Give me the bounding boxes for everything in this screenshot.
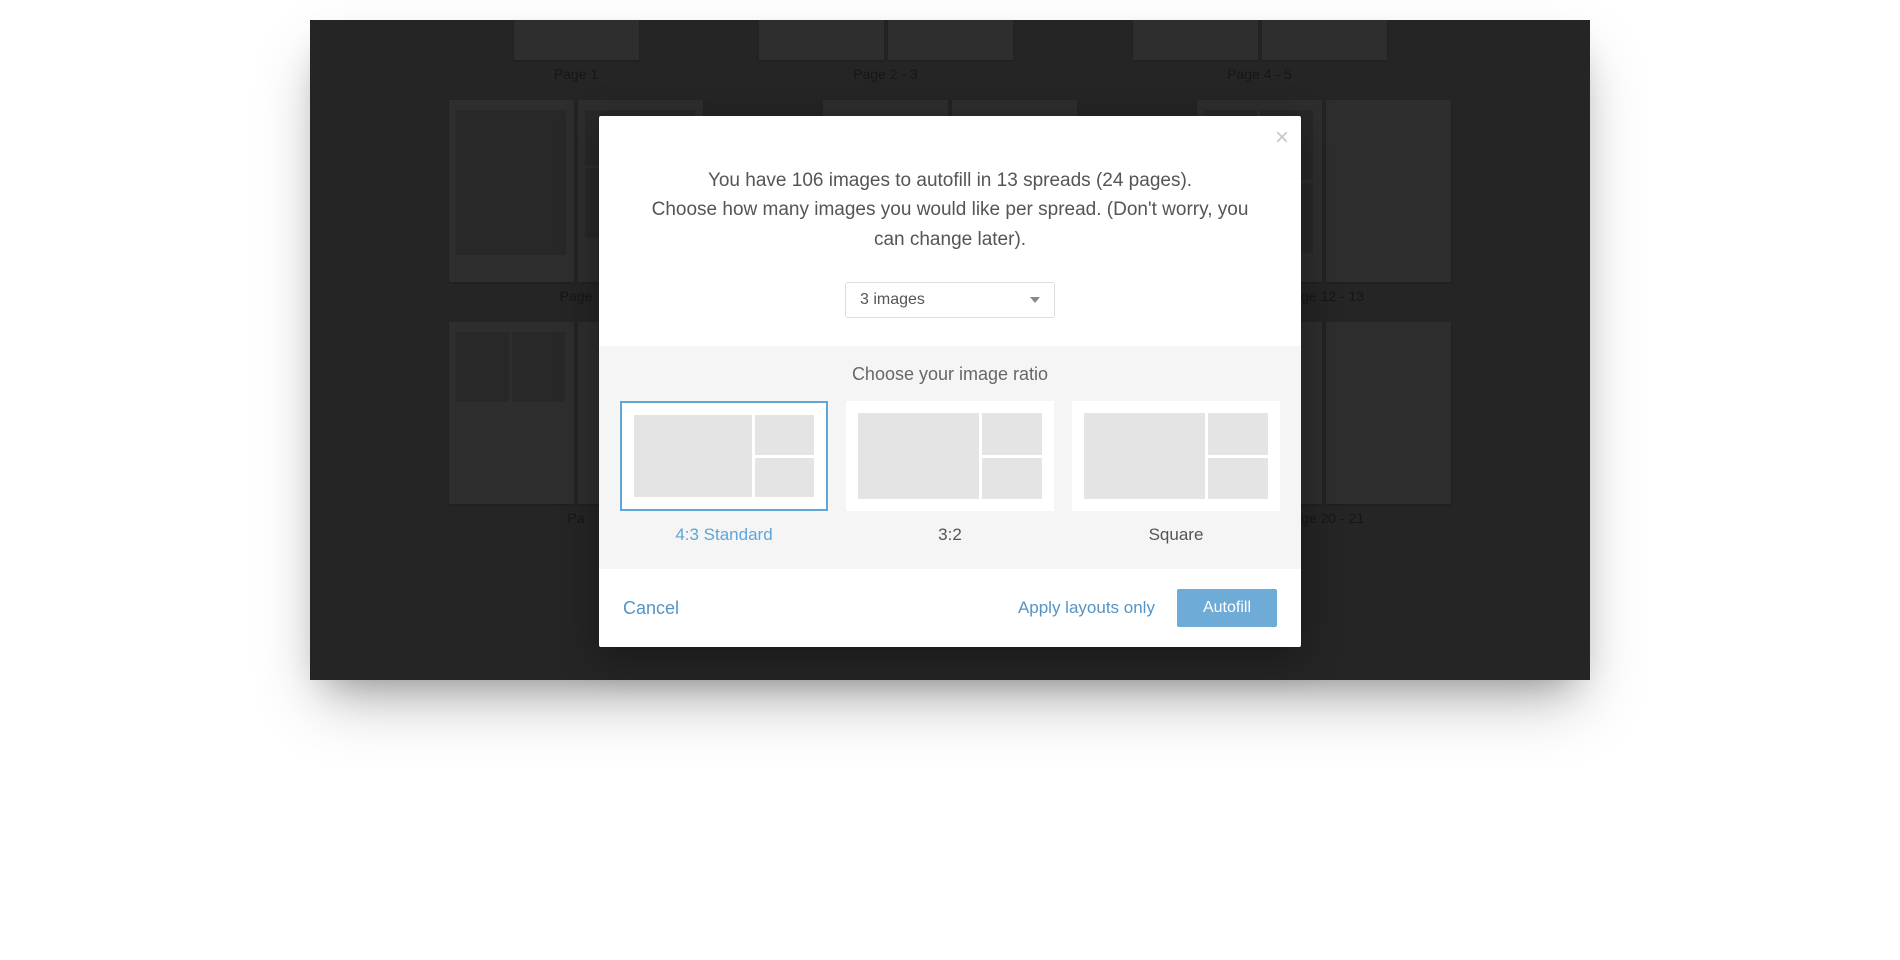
editor-stage: Page 1 Page 2 - 3 Page 4 - 5 Page Page 1… xyxy=(310,20,1590,680)
ratio-label: 4:3 Standard xyxy=(620,525,828,545)
modal-heading-line2: Choose how many images you would like pe… xyxy=(639,195,1261,254)
ratio-thumb xyxy=(620,401,828,511)
ratio-thumb xyxy=(1072,401,1280,511)
ratio-option-3-2[interactable]: 3:2 xyxy=(846,401,1054,545)
apply-layouts-button[interactable]: Apply layouts only xyxy=(1018,598,1155,618)
ratio-thumb xyxy=(846,401,1054,511)
ratio-section: Choose your image ratio 4:3 Standard 3:2… xyxy=(599,346,1301,569)
autofill-modal: × You have 106 images to autofill in 13 … xyxy=(599,116,1301,647)
ratio-label: 3:2 xyxy=(846,525,1054,545)
chevron-down-icon xyxy=(1030,297,1040,303)
ratio-option-4-3[interactable]: 4:3 Standard xyxy=(620,401,828,545)
modal-heading-line1: You have 106 images to autofill in 13 sp… xyxy=(639,166,1261,195)
ratio-label: Square xyxy=(1072,525,1280,545)
select-value: 3 images xyxy=(860,291,925,309)
close-icon[interactable]: × xyxy=(1275,124,1289,152)
ratio-option-square[interactable]: Square xyxy=(1072,401,1280,545)
cancel-button[interactable]: Cancel xyxy=(623,598,679,619)
ratio-title: Choose your image ratio xyxy=(619,364,1281,385)
autofill-button[interactable]: Autofill xyxy=(1177,589,1277,627)
images-per-spread-select[interactable]: 3 images xyxy=(845,282,1055,318)
